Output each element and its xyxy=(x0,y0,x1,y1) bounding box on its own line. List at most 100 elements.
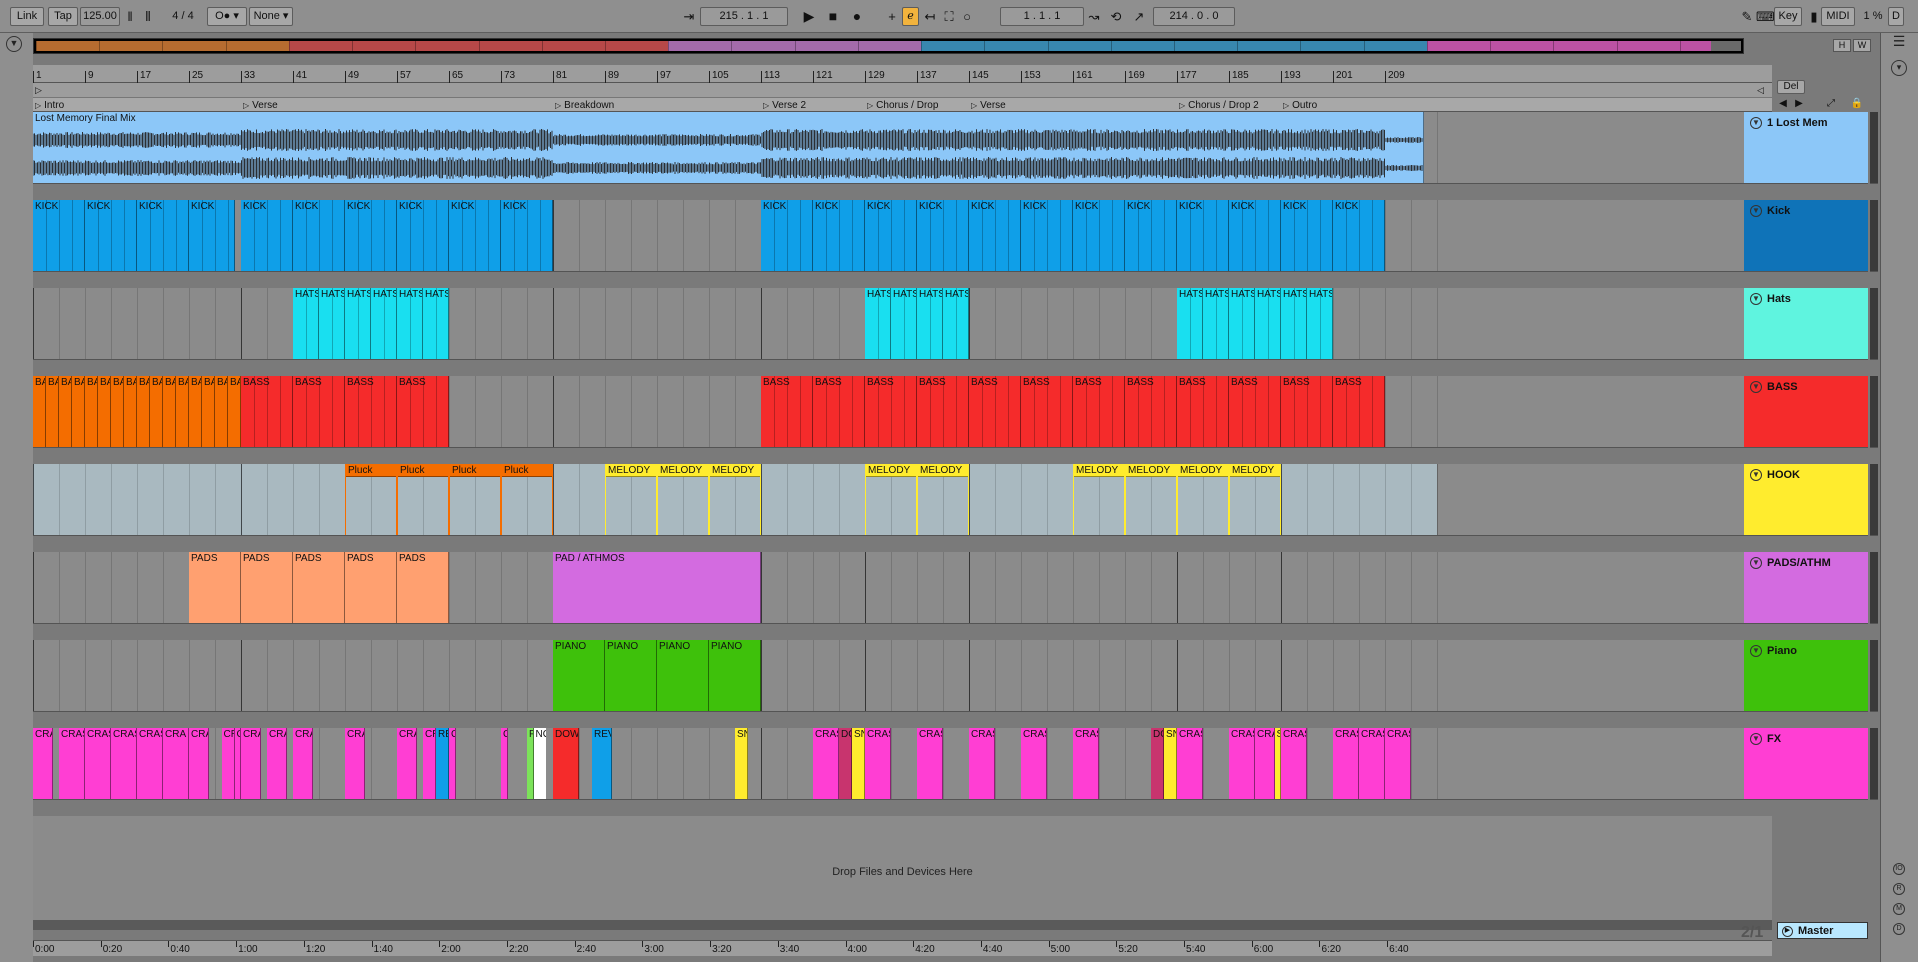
overview-view-frame[interactable] xyxy=(34,39,1743,53)
arrangement-clip[interactable]: BA xyxy=(111,376,124,447)
arrangement-clip[interactable]: HATS xyxy=(397,288,423,359)
arrangement-clip[interactable]: BASS xyxy=(1177,376,1229,447)
arrangement-clip[interactable]: KICK xyxy=(241,200,293,271)
track-lane[interactable]: HATSHATSHATSHATSHATSHATSHATSHATSHATSHATS… xyxy=(33,288,1772,360)
arrangement-clip[interactable]: CRASH xyxy=(1333,728,1359,799)
arrangement-clip[interactable]: KICK xyxy=(969,200,1021,271)
track-fold-icon[interactable]: ▼ xyxy=(1750,117,1762,129)
arrangement-clip[interactable]: MELODY xyxy=(1229,464,1281,535)
arrangement-clip[interactable]: MELODY xyxy=(1177,464,1229,535)
browser-toggle-icon[interactable]: ▼ xyxy=(6,36,22,52)
arrangement-clip[interactable]: BASS xyxy=(241,376,293,447)
arrangement-clip[interactable]: CRASH xyxy=(1177,728,1203,799)
arrangement-clip[interactable]: BASS xyxy=(397,376,449,447)
arrangement-clip[interactable]: BASS xyxy=(1073,376,1125,447)
arrangement-clip[interactable]: HATS xyxy=(345,288,371,359)
arrangement-clip[interactable]: Pluck xyxy=(397,464,449,535)
arrangement-clip[interactable]: CR xyxy=(423,728,436,799)
arrangement-clip[interactable]: Pluck xyxy=(501,464,553,535)
punch-in-icon[interactable]: ↝ xyxy=(1085,8,1103,25)
arrangement-clip[interactable]: MELODY xyxy=(1125,464,1177,535)
arrangement-clip[interactable]: BA xyxy=(163,376,176,447)
arrangement-clip[interactable]: HATS xyxy=(423,288,449,359)
locator-lane[interactable]: ▷ Intro ▷ Verse ▷ Breakdown ▷ Verse 2 ▷ Chorus / … xyxy=(33,97,1772,112)
arrangement-clip[interactable]: KICK xyxy=(345,200,397,271)
arrangement-clip[interactable]: BASS xyxy=(1281,376,1333,447)
arrangement-clip[interactable]: BA xyxy=(59,376,72,447)
arrangement-clip[interactable]: CRASH xyxy=(813,728,839,799)
arrangement-clip[interactable]: BASS xyxy=(917,376,969,447)
arrangement-clip[interactable]: CR xyxy=(221,728,235,799)
arrangement-clip[interactable]: BA xyxy=(189,376,202,447)
arrangement-clip[interactable]: PADS xyxy=(241,552,293,623)
arrangement-clip[interactable]: BASS xyxy=(1229,376,1281,447)
arrangement-clip[interactable]: KICK xyxy=(865,200,917,271)
arrangement-clip[interactable]: BASS xyxy=(345,376,397,447)
arrangement-clip[interactable]: KICK xyxy=(813,200,865,271)
arrangement-clip[interactable]: CRA xyxy=(267,728,287,799)
loop-start-field[interactable]: 1 . 1 . 1 xyxy=(1000,7,1084,26)
arrangement-clip[interactable]: PIANO xyxy=(605,640,657,711)
arrangement-clip[interactable]: BASS xyxy=(813,376,865,447)
locator-marker[interactable]: ▷ Outro xyxy=(1281,99,1317,112)
arrangement-clip[interactable]: NO xyxy=(533,728,547,799)
arrangement-clip[interactable]: CRASH xyxy=(1359,728,1385,799)
arrangement-clip[interactable]: BA xyxy=(98,376,111,447)
arrangement-clip[interactable]: CRA xyxy=(397,728,417,799)
locator-marker[interactable]: ▷ Intro xyxy=(33,99,64,112)
arrangement-clip[interactable]: MELODY xyxy=(1073,464,1125,535)
track-header[interactable]: ▼ Hats xyxy=(1744,288,1868,360)
arrangement-clip[interactable]: KICK xyxy=(1281,200,1333,271)
arrangement-clip[interactable]: KICK xyxy=(1229,200,1281,271)
track-fold-icon[interactable]: ▼ xyxy=(1750,293,1762,305)
fold-icon[interactable]: ⤢ xyxy=(1822,95,1840,112)
arrangement-clip[interactable]: KICK xyxy=(1333,200,1385,271)
next-locator-icon[interactable]: ▶ xyxy=(1790,95,1808,112)
track-fold-icon[interactable]: ▼ xyxy=(1750,381,1762,393)
arrangement-clip[interactable]: KICK xyxy=(449,200,501,271)
loop-start-marker-icon[interactable]: ▷ xyxy=(35,85,42,96)
arrangement-clip[interactable]: HATS xyxy=(891,288,917,359)
arrangement-clip[interactable]: HATS xyxy=(1229,288,1255,359)
arrangement-clip[interactable]: C xyxy=(501,728,508,799)
arrangement-clip[interactable]: MELODY xyxy=(865,464,917,535)
arrangement-clip[interactable]: KICK xyxy=(137,200,189,271)
arrangement-clip[interactable]: KICK xyxy=(1073,200,1125,271)
arrangement-clip[interactable]: KICK xyxy=(1021,200,1073,271)
metronome-button[interactable]: O● ▾ xyxy=(207,7,247,26)
locator-marker[interactable]: ▷ Chorus / Drop 2 xyxy=(1177,99,1259,112)
arrangement-clip[interactable]: BA xyxy=(85,376,98,447)
menu-icon[interactable]: ☰ xyxy=(1891,34,1907,51)
locator-marker[interactable]: ▷ Verse 2 xyxy=(761,99,806,112)
track-lane[interactable]: Pluck Pluck Pluck Pluck MELODY MELODY MELODY ME… xyxy=(33,464,1772,536)
arrangement-clip[interactable]: PAD / ATHMOS xyxy=(553,552,761,623)
capture-icon[interactable]: ⛶ xyxy=(940,8,958,25)
arrangement-clip[interactable]: SN xyxy=(1164,728,1177,799)
loop-brace-lane[interactable]: ▷ ◁ xyxy=(33,83,1772,97)
arrangement-clip[interactable]: BASS xyxy=(865,376,917,447)
audio-clip[interactable]: Lost Memory Final Mix xyxy=(33,112,1424,183)
time-sig-numerator[interactable]: 4 xyxy=(172,10,178,22)
loop-end-marker-icon[interactable]: ◁ xyxy=(1757,85,1764,96)
track-header[interactable]: ▼ PADS/ATHM xyxy=(1744,552,1868,624)
arrangement-clip[interactable]: CRASH xyxy=(1281,728,1307,799)
track-lane[interactable]: BABABABABABABABABABABABABABABABABASSBASS… xyxy=(33,376,1772,448)
track-lane[interactable]: KICK KICK KICK KICK KICK KICK KICK KICK KICK KICK… xyxy=(33,200,1772,272)
arrangement-clip[interactable]: PIANO xyxy=(553,640,605,711)
locator-marker[interactable]: ▷ Breakdown xyxy=(553,99,614,112)
return-toggle-icon[interactable]: R xyxy=(1893,883,1905,895)
midi-map-button[interactable]: MIDI xyxy=(1821,7,1855,26)
arrangement-clip[interactable]: HATS xyxy=(371,288,397,359)
arrangement-clip[interactable]: HATS xyxy=(1203,288,1229,359)
arrangement-clip[interactable]: HATS xyxy=(293,288,319,359)
arrangement-clip[interactable]: HATS xyxy=(865,288,891,359)
arrangement-clip[interactable]: CRA xyxy=(163,728,189,799)
arrangement-clip[interactable]: CRA xyxy=(1255,728,1275,799)
record-icon[interactable]: ● xyxy=(848,8,866,25)
arrangement-clip[interactable]: BA xyxy=(150,376,163,447)
arrangement-clip[interactable]: Pluck xyxy=(345,464,397,535)
arrangement-clip[interactable]: CRASH xyxy=(865,728,891,799)
arrangement-clip[interactable]: PIANO xyxy=(657,640,709,711)
automation-arm-icon[interactable]: ℯ xyxy=(902,7,919,26)
arrangement-clip[interactable]: RE xyxy=(436,728,449,799)
